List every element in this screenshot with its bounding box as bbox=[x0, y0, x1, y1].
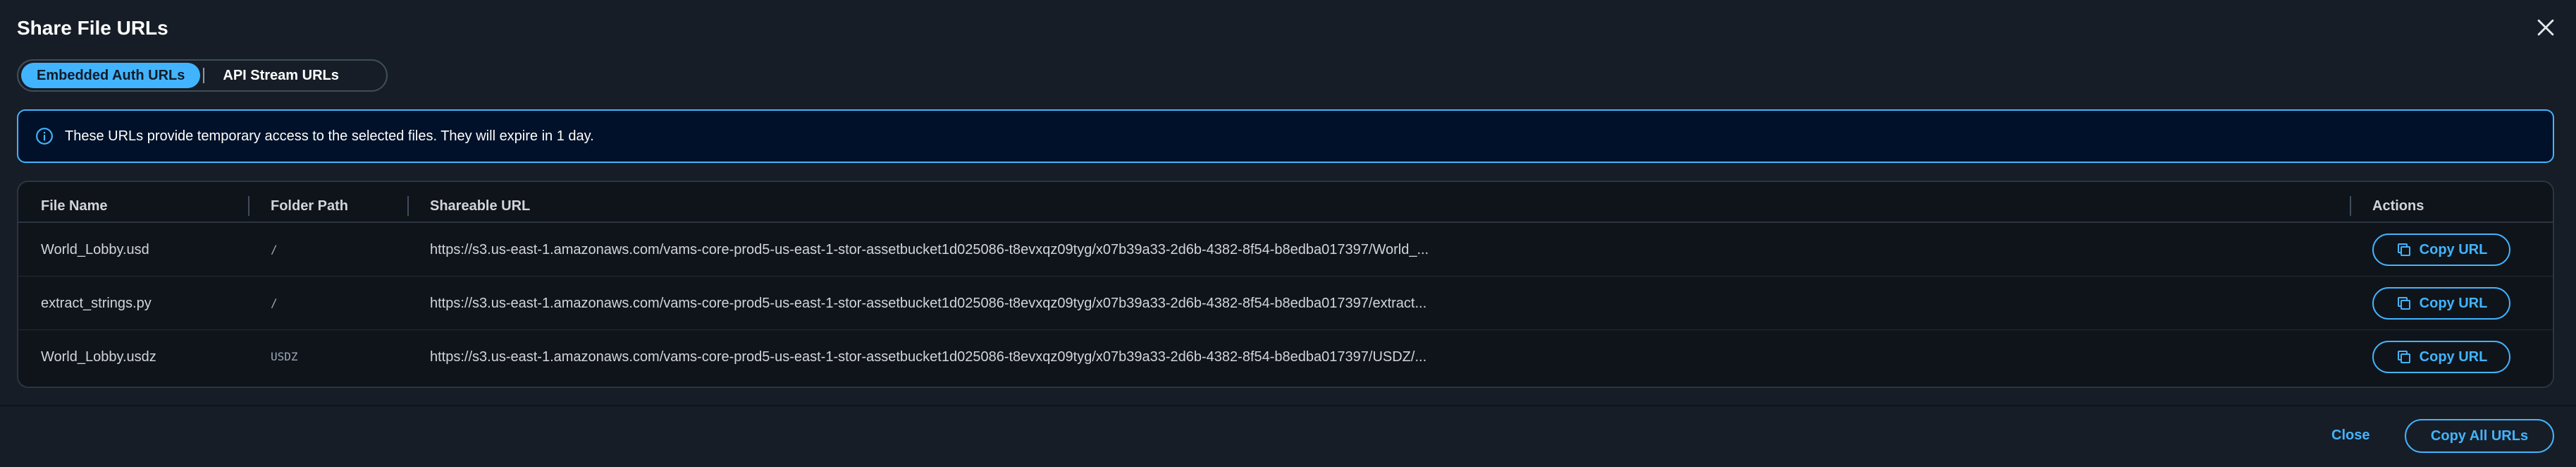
shareable-url-cell: https://s3.us-east-1.amazonaws.com/vams-… bbox=[430, 242, 1429, 257]
file-name-cell: World_Lobby.usdz bbox=[41, 349, 156, 365]
column-resizer[interactable] bbox=[407, 196, 409, 216]
urls-table: File Name Folder Path Shareable URL Acti… bbox=[17, 181, 2554, 388]
folder-path-cell: / bbox=[271, 243, 278, 256]
column-header-shareable-url: Shareable URL bbox=[430, 198, 531, 214]
footer-divider bbox=[0, 405, 2576, 406]
table-row: extract_strings.py / https://s3.us-east-… bbox=[18, 277, 2553, 330]
column-header-actions: Actions bbox=[2372, 198, 2424, 214]
info-icon bbox=[35, 127, 54, 145]
copy-icon bbox=[2396, 348, 2412, 365]
close-button[interactable]: Close bbox=[2331, 419, 2369, 451]
copy-url-button[interactable]: Copy URL bbox=[2372, 341, 2510, 373]
url-type-segmented-control: Embedded Auth URLs API Stream URLs bbox=[17, 59, 388, 92]
column-resizer[interactable] bbox=[248, 196, 249, 216]
tab-embedded-auth-urls[interactable]: Embedded Auth URLs bbox=[21, 63, 201, 88]
share-file-urls-dialog: Share File URLs Embedded Auth URLs API S… bbox=[0, 0, 2576, 467]
close-icon[interactable] bbox=[2534, 16, 2558, 40]
shareable-url-cell: https://s3.us-east-1.amazonaws.com/vams-… bbox=[430, 296, 1427, 311]
file-name-cell: World_Lobby.usd bbox=[41, 242, 149, 257]
alert-text: These URLs provide temporary access to t… bbox=[65, 128, 594, 144]
column-header-folder-path: Folder Path bbox=[271, 198, 349, 214]
column-resizer[interactable] bbox=[2350, 196, 2351, 216]
table-row: World_Lobby.usdz USDZ https://s3.us-east… bbox=[18, 330, 2553, 384]
copy-url-button[interactable]: Copy URL bbox=[2372, 287, 2510, 320]
folder-path-cell: USDZ bbox=[271, 350, 298, 363]
copy-url-button[interactable]: Copy URL bbox=[2372, 233, 2510, 266]
folder-path-cell: / bbox=[271, 296, 278, 310]
copy-url-label: Copy URL bbox=[2419, 295, 2488, 311]
column-header-file-name: File Name bbox=[41, 198, 108, 214]
table-row: World_Lobby.usd / https://s3.us-east-1.a… bbox=[18, 223, 2553, 277]
copy-icon bbox=[2396, 241, 2412, 258]
segment-divider bbox=[203, 68, 205, 83]
tab-api-stream-urls[interactable]: API Stream URLs bbox=[207, 63, 355, 88]
copy-all-urls-button[interactable]: Copy All URLs bbox=[2405, 419, 2554, 453]
copy-icon bbox=[2396, 295, 2412, 312]
copy-url-label: Copy URL bbox=[2419, 241, 2488, 257]
dialog-title: Share File URLs bbox=[17, 17, 168, 39]
info-alert: These URLs provide temporary access to t… bbox=[17, 109, 2554, 163]
file-name-cell: extract_strings.py bbox=[41, 296, 152, 311]
shareable-url-cell: https://s3.us-east-1.amazonaws.com/vams-… bbox=[430, 349, 1427, 365]
copy-url-label: Copy URL bbox=[2419, 348, 2488, 365]
